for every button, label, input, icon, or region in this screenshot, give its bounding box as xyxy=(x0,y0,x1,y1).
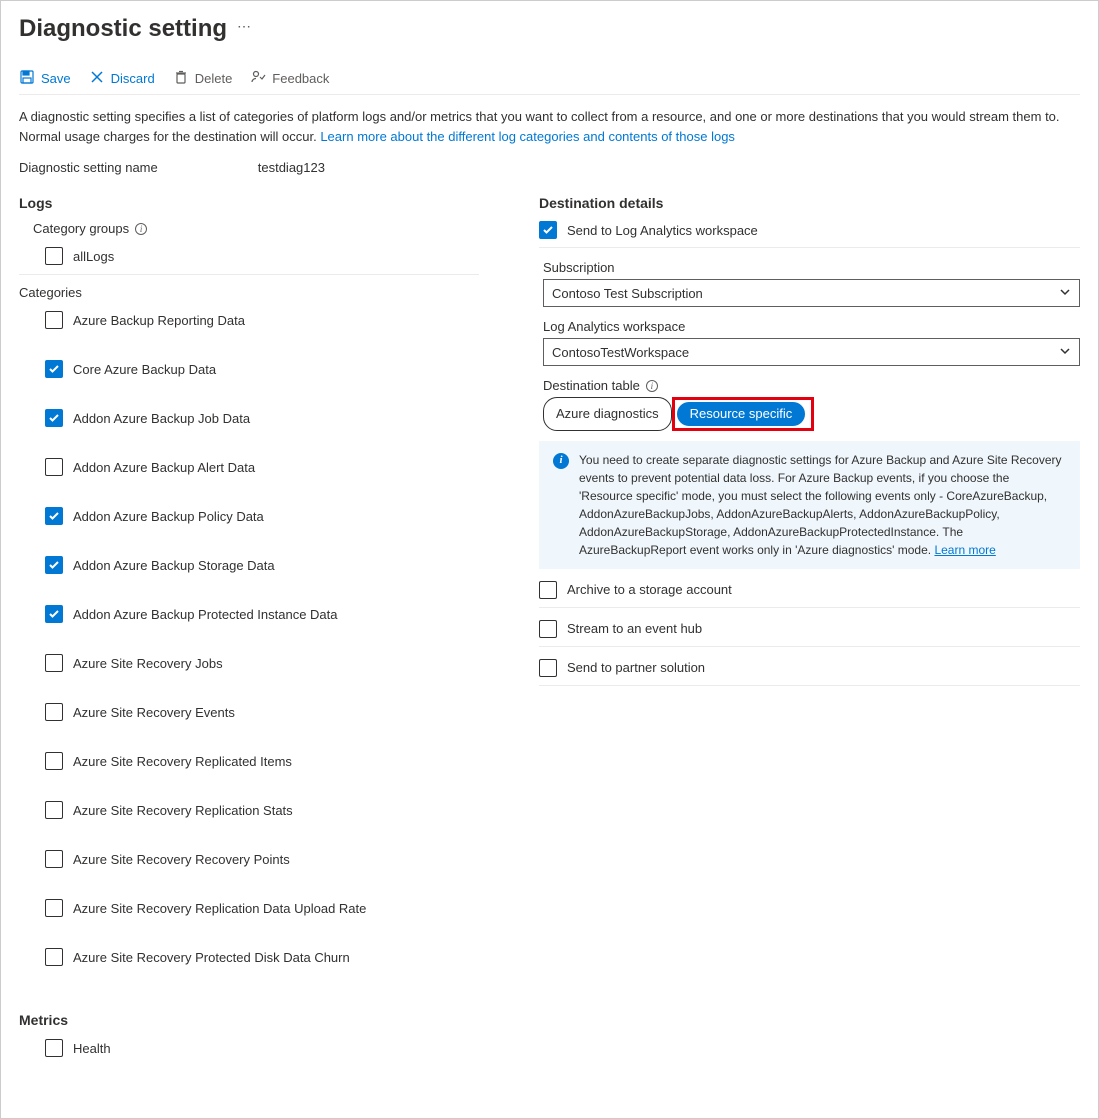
chevron-down-icon xyxy=(1059,286,1071,301)
checkbox-category[interactable] xyxy=(45,752,63,770)
checkbox-alllogs[interactable] xyxy=(45,247,63,265)
save-button[interactable]: Save xyxy=(19,69,71,88)
checkbox-category[interactable] xyxy=(45,360,63,378)
checkbox-category[interactable] xyxy=(45,556,63,574)
discard-button[interactable]: Discard xyxy=(89,69,155,88)
partner-solution-label: Send to partner solution xyxy=(567,660,705,675)
info-icon[interactable]: i xyxy=(135,223,147,235)
archive-storage-label: Archive to a storage account xyxy=(567,582,732,597)
info-icon: i xyxy=(553,453,569,469)
category-label: Azure Site Recovery Jobs xyxy=(73,656,223,671)
info-icon[interactable]: i xyxy=(646,380,658,392)
category-label: Addon Azure Backup Job Data xyxy=(73,411,250,426)
info-banner: i You need to create separate diagnostic… xyxy=(539,441,1080,569)
page-title: Diagnostic setting xyxy=(19,15,227,43)
chevron-down-icon xyxy=(1059,345,1071,360)
category-groups-heading: Category groups i xyxy=(19,221,479,236)
stream-eventhub-label: Stream to an event hub xyxy=(567,621,702,636)
feedback-button[interactable]: Feedback xyxy=(250,69,329,88)
checkbox-category[interactable] xyxy=(45,409,63,427)
category-label: Azure Site Recovery Recovery Points xyxy=(73,852,290,867)
pill-azure-diagnostics[interactable]: Azure diagnostics xyxy=(543,397,672,431)
category-label: Azure Site Recovery Replicated Items xyxy=(73,754,292,769)
dest-table-label: Destination table xyxy=(543,378,640,393)
highlight-box: Resource specific xyxy=(672,397,815,431)
banner-text: You need to create separate diagnostic s… xyxy=(579,453,1062,557)
save-label: Save xyxy=(41,71,71,86)
checkbox-category[interactable] xyxy=(45,458,63,476)
category-label: Addon Azure Backup Alert Data xyxy=(73,460,255,475)
pill-resource-specific[interactable]: Resource specific xyxy=(677,402,806,426)
checkbox-partner-solution[interactable] xyxy=(539,659,557,677)
more-icon[interactable]: ⋯ xyxy=(237,18,251,41)
send-la-label: Send to Log Analytics workspace xyxy=(567,223,758,238)
close-icon xyxy=(89,69,105,88)
checkbox-stream-eventhub[interactable] xyxy=(539,620,557,638)
checkbox-health[interactable] xyxy=(45,1039,63,1057)
checkbox-send-la[interactable] xyxy=(539,221,557,239)
logs-heading: Logs xyxy=(19,195,479,211)
checkbox-archive-storage[interactable] xyxy=(539,581,557,599)
checkbox-category[interactable] xyxy=(45,311,63,329)
feedback-icon xyxy=(250,69,266,88)
category-label: Azure Site Recovery Replication Data Upl… xyxy=(73,901,366,916)
category-label: Addon Azure Backup Policy Data xyxy=(73,509,264,524)
checkbox-label: allLogs xyxy=(73,249,114,264)
setting-name-value: testdiag123 xyxy=(258,160,325,175)
categories-heading: Categories xyxy=(19,285,479,300)
discard-label: Discard xyxy=(111,71,155,86)
category-label: Addon Azure Backup Protected Instance Da… xyxy=(73,607,338,622)
banner-learn-more-link[interactable]: Learn more xyxy=(934,543,995,557)
workspace-value: ContosoTestWorkspace xyxy=(552,345,689,360)
checkbox-category[interactable] xyxy=(45,899,63,917)
checkbox-category[interactable] xyxy=(45,948,63,966)
checkbox-label: Health xyxy=(73,1041,111,1056)
workspace-select[interactable]: ContosoTestWorkspace xyxy=(543,338,1080,366)
category-label: Core Azure Backup Data xyxy=(73,362,216,377)
workspace-label: Log Analytics workspace xyxy=(543,319,1080,334)
category-label: Addon Azure Backup Storage Data xyxy=(73,558,275,573)
category-label: Azure Site Recovery Events xyxy=(73,705,235,720)
feedback-label: Feedback xyxy=(272,71,329,86)
delete-button[interactable]: Delete xyxy=(173,69,233,88)
setting-name-label: Diagnostic setting name xyxy=(19,160,158,175)
checkbox-category[interactable] xyxy=(45,654,63,672)
destination-heading: Destination details xyxy=(539,195,1080,211)
checkbox-category[interactable] xyxy=(45,801,63,819)
category-label: Azure Backup Reporting Data xyxy=(73,313,245,328)
delete-label: Delete xyxy=(195,71,233,86)
subscription-value: Contoso Test Subscription xyxy=(552,286,703,301)
trash-icon xyxy=(173,69,189,88)
checkbox-category[interactable] xyxy=(45,605,63,623)
intro-learn-more-link[interactable]: Learn more about the different log categ… xyxy=(320,129,735,144)
save-icon xyxy=(19,69,35,88)
toolbar: Save Discard Delete Feedback xyxy=(19,69,1080,95)
metrics-heading: Metrics xyxy=(19,1012,479,1028)
checkbox-category[interactable] xyxy=(45,507,63,525)
category-label: Azure Site Recovery Replication Stats xyxy=(73,803,293,818)
intro-text: A diagnostic setting specifies a list of… xyxy=(19,107,1080,146)
subscription-label: Subscription xyxy=(543,260,1080,275)
checkbox-category[interactable] xyxy=(45,703,63,721)
category-label: Azure Site Recovery Protected Disk Data … xyxy=(73,950,350,965)
checkbox-category[interactable] xyxy=(45,850,63,868)
subscription-select[interactable]: Contoso Test Subscription xyxy=(543,279,1080,307)
